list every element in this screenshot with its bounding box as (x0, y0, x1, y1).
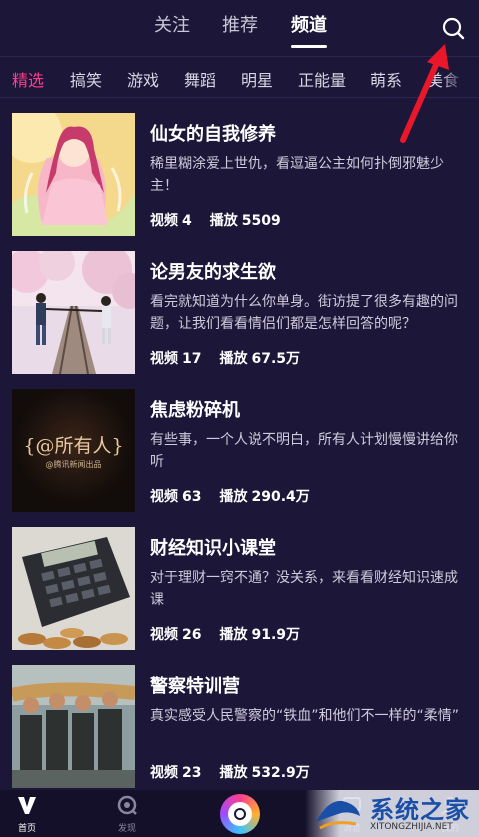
plays-label: 播放 (219, 765, 248, 781)
channel-thumbnail (12, 527, 135, 650)
channel-item[interactable]: 财经知识小课堂 对于理财一窍不通？没关系，来看看财经知识速成课 视频 26 播放 91… (0, 512, 479, 650)
videos-count: 26 (182, 627, 202, 643)
plays-count: 290.4万 (251, 489, 310, 505)
camera-center-icon[interactable] (220, 794, 260, 834)
category-stars[interactable]: 明星 (241, 67, 273, 91)
videos-count: 23 (182, 765, 202, 781)
plays-count: 5509 (241, 213, 281, 229)
tab-recommend[interactable]: 推荐 (220, 12, 260, 40)
channel-stats: 视频 63 播放 290.4万 (150, 486, 314, 506)
nav-home-label: 首页 (17, 824, 36, 834)
videos-label: 视频 (150, 765, 178, 781)
channel-stats: 视频 26 播放 91.9万 (150, 624, 304, 644)
plays-label: 播放 (219, 627, 248, 643)
category-dance[interactable]: 舞蹈 (184, 67, 216, 91)
channel-description: 对于理财一窍不通？没关系，来看看财经知识速成课 (150, 570, 458, 608)
channel-item[interactable]: 仙女的自我修养 稀里糊涂爱上世仇，看逗逼公主如何扑倒邪魅少主！ 视频 4 播放 550… (0, 98, 479, 236)
nav-discover[interactable]: 发现 (97, 794, 157, 834)
channel-stats: 视频 17 播放 67.5万 (150, 348, 304, 368)
thumbnail-title: {@所有人} (23, 435, 124, 457)
category-cute[interactable]: 萌系 (370, 67, 402, 91)
thumbnail-subtitle: @腾讯新闻出品 (45, 460, 102, 469)
channel-item[interactable]: {@所有人} @腾讯新闻出品 焦虑粉碎机 有些事，一个人说不明白，所有人计划慢慢… (0, 374, 479, 512)
plays-count: 91.9万 (251, 627, 301, 643)
channel-title: 警察特训营 (150, 676, 240, 697)
videos-label: 视频 (150, 351, 178, 367)
category-fade (439, 57, 479, 97)
channel-title: 论男友的求生欲 (150, 262, 276, 283)
channel-title: 财经知识小课堂 (150, 538, 276, 559)
channel-title: 焦虑粉碎机 (150, 400, 240, 421)
category-featured[interactable]: 精选 (12, 67, 44, 91)
tab-channel[interactable]: 频道 (289, 12, 329, 40)
channel-thumbnail: {@所有人} @腾讯新闻出品 (12, 389, 135, 512)
category-funny[interactable]: 搞笑 (70, 67, 102, 91)
plays-label: 播放 (209, 213, 238, 229)
videos-count: 4 (182, 213, 192, 229)
channel-description: 稀里糊涂爱上世仇，看逗逼公主如何扑倒邪魅少主！ (150, 156, 444, 194)
videos-label: 视频 (150, 489, 178, 505)
tab-follow[interactable]: 关注 (152, 12, 192, 40)
channel-description: 有些事，一个人说不明白，所有人计划慢慢讲给你听 (150, 432, 458, 470)
plays-label: 播放 (219, 351, 248, 367)
channel-item[interactable]: 论男友的求生欲 看完就知道为什么你单身。街访提了很多有趣的问题，让我们看看情侣们… (0, 236, 479, 374)
discover-icon (117, 795, 137, 815)
category-games[interactable]: 游戏 (127, 67, 159, 91)
videos-count: 63 (182, 489, 202, 505)
top-tab-bar: 关注 推荐 频道 (0, 0, 479, 54)
channel-description: 看完就知道为什么你单身。街访提了很多有趣的问题，让我们看看情侣们都是怎样回答的呢… (150, 294, 458, 332)
videos-label: 视频 (150, 213, 178, 229)
watermark-url: XITONGZHIJIA.NET (370, 822, 453, 832)
channel-stats: 视频 23 播放 532.9万 (150, 762, 314, 782)
channel-title: 仙女的自我修养 (150, 124, 276, 145)
channel-thumbnail (12, 251, 135, 374)
nav-discover-label: 发现 (117, 824, 136, 834)
plays-count: 67.5万 (251, 351, 301, 367)
videos-count: 17 (182, 351, 202, 367)
channel-description: 真实感受人民警察的“铁血”和他们不一样的“柔情” (150, 708, 460, 724)
watermark-logo-icon (316, 800, 360, 830)
category-positive[interactable]: 正能量 (298, 67, 346, 91)
nav-home[interactable]: 首页 (0, 794, 57, 834)
videos-label: 视频 (150, 627, 178, 643)
channel-item[interactable]: 警察特训营 真实感受人民警察的“铁血”和他们不一样的“柔情” 视频 23 播放 532… (0, 650, 479, 788)
plays-count: 532.9万 (251, 765, 310, 781)
channel-thumbnail (12, 113, 135, 236)
search-icon[interactable] (440, 15, 466, 41)
category-bar: 精选 搞笑 游戏 舞蹈 明星 正能量 萌系 美食 (0, 57, 479, 97)
watermark-title: 系统之家 (370, 796, 470, 824)
plays-label: 播放 (219, 489, 248, 505)
channel-thumbnail (12, 665, 135, 788)
v-logo-icon (18, 797, 36, 814)
channel-stats: 视频 4 播放 5509 (150, 210, 285, 230)
